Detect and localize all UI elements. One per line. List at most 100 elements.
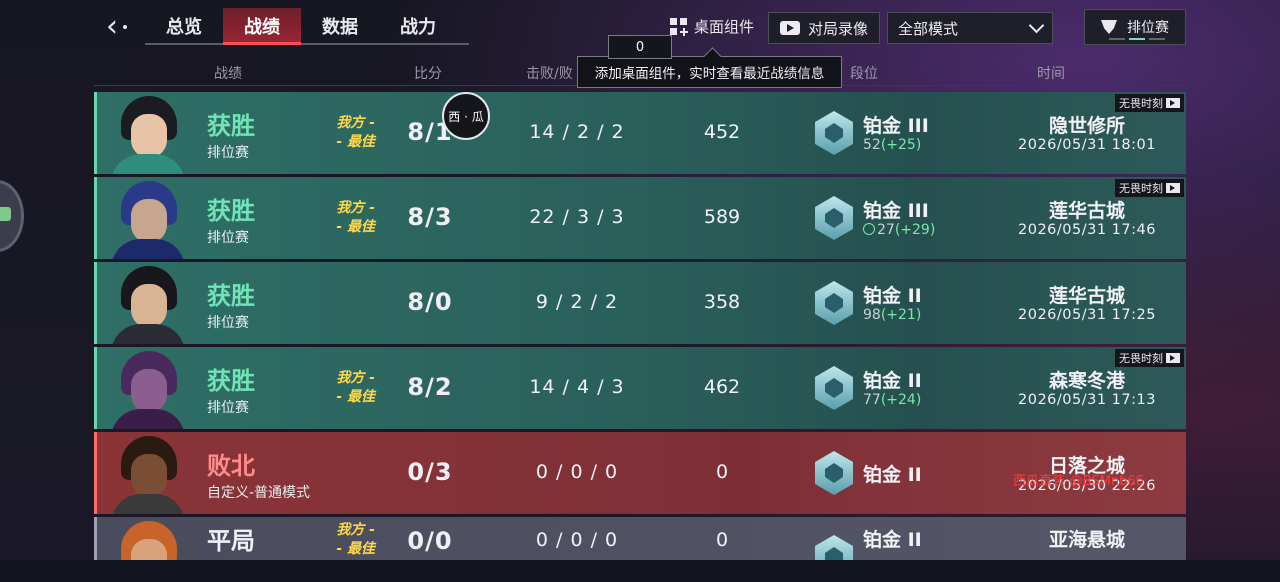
top-tabs: 总览 战绩 数据 战力 bbox=[145, 8, 469, 45]
highlight-tag[interactable]: 无畏时刻 bbox=[1115, 349, 1184, 367]
tab-power[interactable]: 战力 bbox=[379, 8, 457, 44]
match-replay-button[interactable]: 对局录像 bbox=[768, 12, 880, 44]
tooltip-text: 添加桌面组件，实时查看最近战绩信息 bbox=[594, 66, 825, 82]
platinum-rank-icon bbox=[815, 281, 853, 325]
highlight-tag-label: 无畏时刻 bbox=[1119, 352, 1163, 365]
tooltip-badge: 0 bbox=[608, 35, 672, 59]
tab-overview[interactable]: 总览 bbox=[145, 8, 223, 44]
map-name: 莲华古城 bbox=[1048, 285, 1125, 307]
tab-stats[interactable]: 数据 bbox=[301, 8, 379, 44]
rank-up-icon bbox=[863, 223, 875, 235]
match-time: 2026/05/31 17:46 bbox=[1018, 222, 1156, 238]
ranked-filter-button[interactable]: 排位赛 bbox=[1084, 9, 1186, 45]
match-row[interactable]: 败北 自定义-普通模式 0/3 0 / 0 / 0 0 铂金 II 日落之城 西… bbox=[94, 432, 1186, 514]
chevron-down-icon bbox=[1028, 17, 1045, 33]
match-kda: 22 / 3 / 3 bbox=[529, 206, 625, 228]
match-mode: 排位赛 bbox=[207, 400, 249, 416]
platinum-rank-icon bbox=[815, 451, 853, 495]
match-row[interactable]: 获胜 排位赛 8/0 9 / 2 / 2 358 铂金 II 98(+21) 莲… bbox=[94, 262, 1186, 344]
agent-portrait bbox=[107, 347, 187, 429]
match-result: 获胜 bbox=[207, 197, 255, 225]
agent-portrait bbox=[107, 432, 187, 514]
match-row[interactable]: 获胜 排位赛 我方 - - 最佳 8/2 14 / 4 / 3 462 铂金 I… bbox=[94, 347, 1186, 429]
match-kda: 0 / 0 / 0 bbox=[535, 461, 619, 483]
dot-icon bbox=[123, 25, 127, 29]
agent-portrait bbox=[107, 177, 187, 259]
match-score: 0/3 bbox=[407, 458, 453, 486]
match-mode: 排位赛 bbox=[207, 230, 249, 246]
match-kda: 14 / 2 / 2 bbox=[529, 121, 625, 143]
match-acs: 0 bbox=[715, 461, 729, 483]
rr-gain: (+25) bbox=[880, 137, 922, 153]
match-row[interactable]: 平局 我方 - - 最佳 0/0 0 / 0 / 0 0 铂金 II 亚海悬城 bbox=[94, 517, 1186, 565]
match-mode: 自定义-普通模式 bbox=[207, 485, 311, 501]
match-row[interactable]: 获胜 排位赛 我方 - - 最佳 8/3 22 / 3 / 3 589 铂金 I… bbox=[94, 177, 1186, 259]
match-kda: 0 / 0 / 0 bbox=[535, 529, 619, 551]
rank-name: 铂金 II bbox=[863, 464, 922, 486]
col-header-kda: 击败/败 bbox=[526, 66, 573, 82]
agent-portrait bbox=[107, 262, 187, 344]
rr-value: 27 bbox=[877, 222, 895, 238]
mode-select-value: 全部模式 bbox=[898, 19, 959, 38]
col-header-time: 时间 bbox=[1037, 66, 1065, 82]
team-mvp-badge: 我方 - - 最佳 bbox=[336, 115, 375, 150]
play-icon bbox=[779, 21, 800, 35]
match-result: 获胜 bbox=[207, 282, 255, 310]
platinum-rank-icon bbox=[815, 111, 853, 155]
col-header-score: 比分 bbox=[414, 66, 442, 82]
desktop-widget-button[interactable]: 桌面组件 bbox=[670, 16, 754, 37]
watermark-text: 西瓜直装-@BSMnb66 bbox=[1013, 474, 1144, 489]
highlight-tag-label: 无畏时刻 bbox=[1119, 97, 1163, 110]
match-acs: 452 bbox=[703, 121, 741, 143]
team-mvp-badge: 我方 - - 最佳 bbox=[336, 522, 375, 557]
match-score: 8/3 bbox=[407, 203, 453, 231]
match-score: 8/0 bbox=[407, 288, 453, 316]
rank-name: 铂金 II bbox=[863, 285, 922, 307]
col-header-record: 战绩 bbox=[214, 66, 242, 82]
back-button[interactable]: ‹ bbox=[92, 10, 132, 44]
match-time: 2026/05/31 18:01 bbox=[1018, 137, 1156, 153]
col-header-rank: 段位 bbox=[850, 66, 878, 82]
match-acs: 0 bbox=[715, 529, 729, 551]
platinum-rank-icon bbox=[815, 366, 853, 410]
match-acs: 358 bbox=[703, 291, 741, 313]
video-icon bbox=[1166, 98, 1180, 108]
highlight-tag[interactable]: 无畏时刻 bbox=[1115, 179, 1184, 197]
highlight-tag[interactable]: 无畏时刻 bbox=[1115, 94, 1184, 112]
highlight-tag-label: 无畏时刻 bbox=[1119, 182, 1163, 195]
match-mode: 排位赛 bbox=[207, 315, 249, 331]
map-name: 亚海悬城 bbox=[1048, 529, 1125, 551]
match-row[interactable]: 获胜 排位赛 我方 - - 最佳 8/1 14 / 2 / 2 452 铂金 I… bbox=[94, 92, 1186, 174]
widget-tooltip: 添加桌面组件，实时查看最近战绩信息 bbox=[577, 56, 842, 88]
rank-name: 铂金 III bbox=[863, 115, 929, 137]
map-name: 莲华古城 bbox=[1048, 200, 1125, 222]
rank-rating: 27(+29) bbox=[863, 222, 935, 238]
match-kda: 14 / 4 / 3 bbox=[529, 376, 625, 398]
rank-rating: 98(+21) bbox=[863, 307, 921, 323]
ranked-filter-label: 排位赛 bbox=[1127, 20, 1169, 36]
rr-value: 52 bbox=[863, 137, 881, 153]
floating-overlay-avatar[interactable]: 西 · 瓜 bbox=[442, 92, 490, 140]
video-icon bbox=[1166, 353, 1180, 363]
match-acs: 589 bbox=[703, 206, 741, 228]
desktop-widget-label: 桌面组件 bbox=[694, 18, 755, 36]
map-name: 隐世修所 bbox=[1048, 115, 1125, 137]
match-replay-label: 对局录像 bbox=[807, 19, 868, 38]
match-result: 获胜 bbox=[207, 367, 255, 395]
match-time: 2026/05/31 17:13 bbox=[1018, 392, 1156, 408]
rank-name: 铂金 II bbox=[863, 529, 922, 551]
match-score: 0/0 bbox=[407, 527, 453, 555]
widget-grid-icon bbox=[670, 17, 688, 36]
rr-gain: (+29) bbox=[894, 222, 936, 238]
match-score: 8/2 bbox=[407, 373, 453, 401]
tab-match-history[interactable]: 战绩 bbox=[223, 8, 301, 45]
match-list: 获胜 排位赛 我方 - - 最佳 8/1 14 / 2 / 2 452 铂金 I… bbox=[94, 92, 1186, 568]
mode-select[interactable]: 全部模式 bbox=[887, 12, 1053, 44]
rank-rating: 52(+25) bbox=[863, 137, 921, 153]
match-result: 获胜 bbox=[207, 112, 255, 140]
match-mode: 排位赛 bbox=[207, 145, 249, 161]
team-mvp-badge: 我方 - - 最佳 bbox=[336, 370, 375, 405]
rank-name: 铂金 III bbox=[863, 200, 929, 222]
rr-gain: (+21) bbox=[880, 307, 922, 323]
chevron-left-icon: ‹ bbox=[106, 9, 118, 44]
